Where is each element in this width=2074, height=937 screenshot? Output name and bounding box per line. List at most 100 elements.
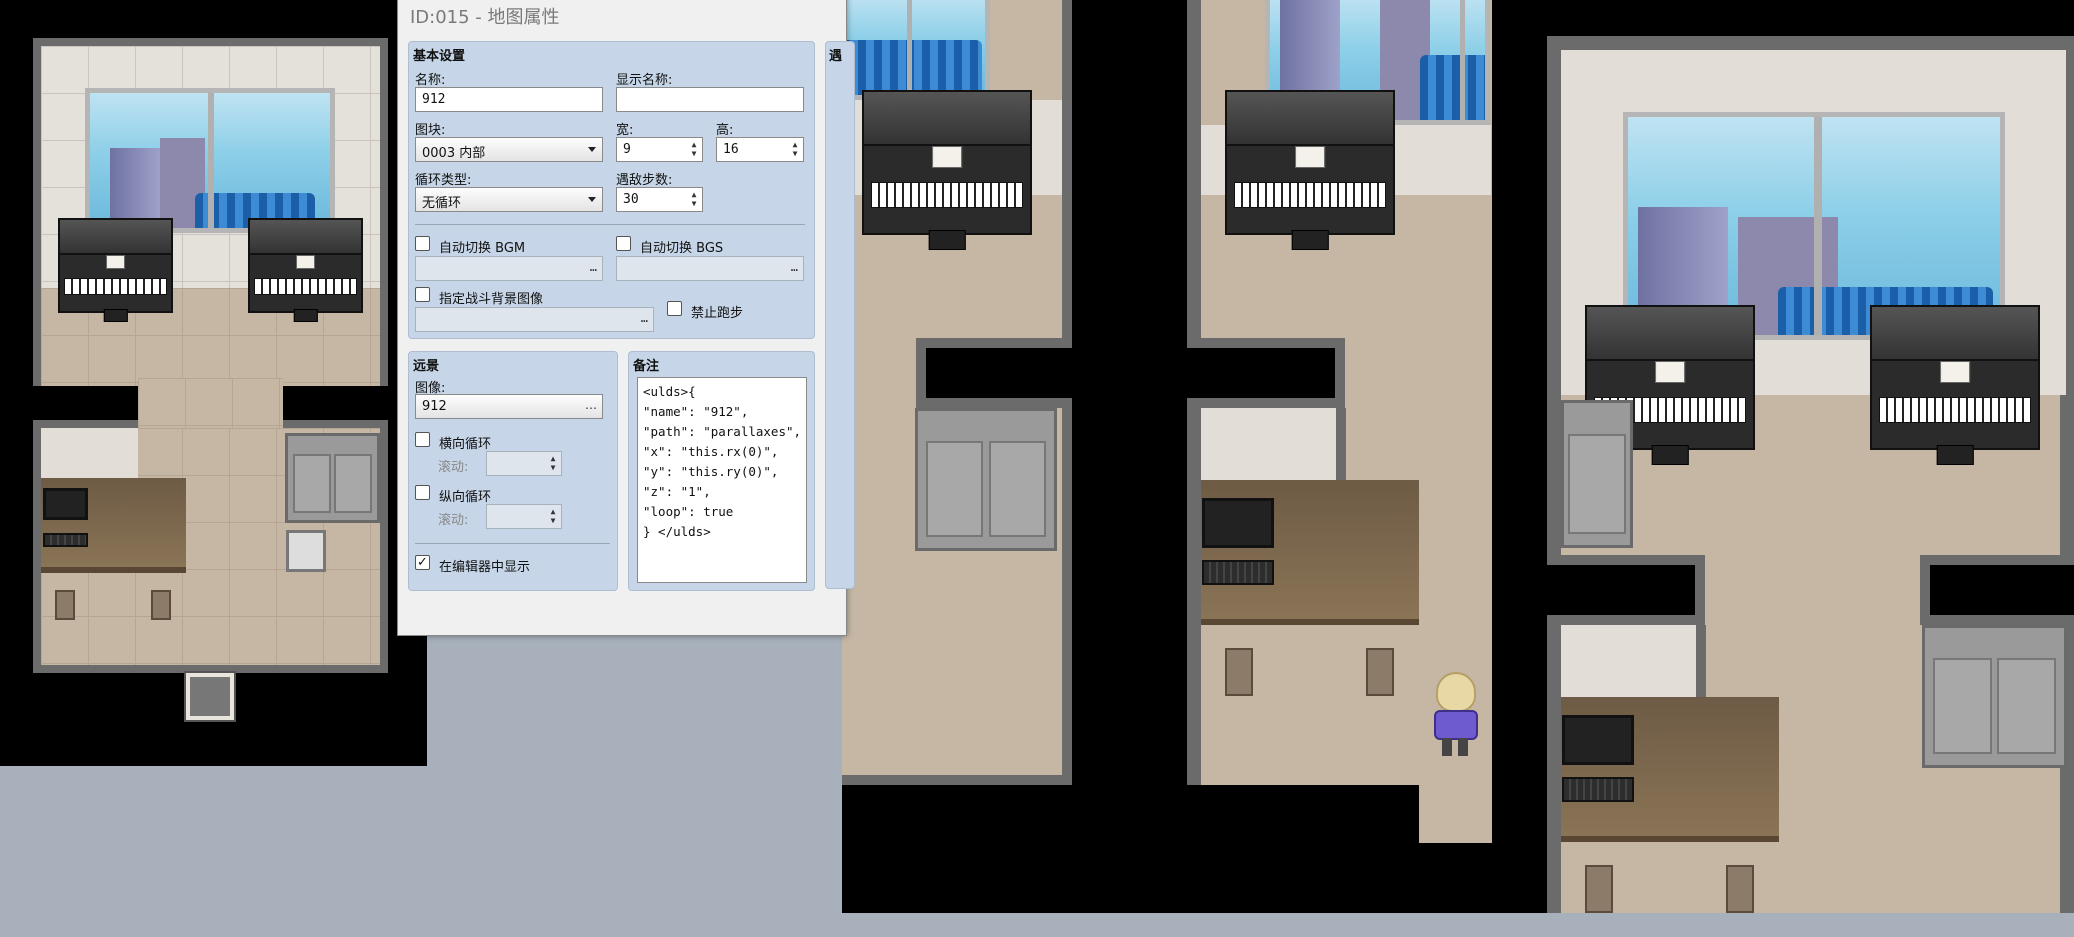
map-properties-dialog: ID:015 - 地图属性 基本设置 名称: 912 显示名称: 图块: 000… xyxy=(397,0,855,636)
chevron-down-icon xyxy=(588,147,596,152)
auto-bgs-field[interactable]: … xyxy=(616,256,804,281)
dialog-title: ID:015 - 地图属性 xyxy=(410,7,560,28)
ellipsis-icon[interactable]: … xyxy=(641,311,648,325)
battleback-field[interactable]: … xyxy=(415,307,654,332)
basic-divider xyxy=(415,224,805,225)
map-room-a-alcove xyxy=(916,338,1072,408)
map-room-c-chair-2 xyxy=(1726,865,1754,913)
auto-bgm-label: 自动切换 BGM xyxy=(439,241,526,256)
disable-dash-checkbox[interactable] xyxy=(667,301,682,316)
map-room-c-piano-2 xyxy=(1870,305,2040,465)
map-room-a-window xyxy=(842,0,990,100)
battleback-label: 指定战斗背景图像 xyxy=(439,292,544,307)
vertical-scroll-stepper[interactable]: ▲ ▼ xyxy=(486,504,562,529)
encounter-steps-value: 30 xyxy=(623,192,639,207)
vertical-loop-label: 纵向循环 xyxy=(439,490,492,505)
note-label: 备注 xyxy=(633,359,660,374)
parallax-image-field[interactable]: 912 … xyxy=(415,394,603,419)
map-room-b-monitor xyxy=(1202,498,1274,548)
height-stepper[interactable]: 16 ▲ ▼ xyxy=(716,137,804,162)
vertical-loop-checkbox[interactable] xyxy=(415,485,430,500)
parallax-image-value: 912 xyxy=(422,399,447,414)
map-room-a-cabinet xyxy=(915,408,1057,551)
map-room-b-bottom-black xyxy=(1187,785,1419,913)
spin-arrows-icon[interactable]: ▲ ▼ xyxy=(789,140,801,159)
left-map-piano-2 xyxy=(248,218,363,322)
tileset-select[interactable]: 0003 内部 xyxy=(415,137,603,162)
map-room-b-lower-wall xyxy=(1201,408,1346,480)
ellipsis-icon[interactable]: … xyxy=(585,398,597,412)
parallax-divider xyxy=(415,543,610,544)
height-label: 高: xyxy=(716,123,734,138)
horizontal-loop-checkbox[interactable] xyxy=(415,432,430,447)
basic-settings-label: 基本设置 xyxy=(413,49,466,64)
left-map-room xyxy=(33,38,388,673)
left-map-door xyxy=(184,671,236,722)
map-room-c-chair-1 xyxy=(1585,865,1613,913)
left-map-locker xyxy=(286,530,326,572)
tileset-label: 图块: xyxy=(415,123,446,138)
display-name-label: 显示名称: xyxy=(616,73,673,88)
encounter-steps-stepper[interactable]: 30 ▲ ▼ xyxy=(616,187,703,212)
auto-bgs-checkbox[interactable] xyxy=(616,236,631,251)
spin-arrows-icon[interactable]: ▲ ▼ xyxy=(688,190,700,209)
character-sprite xyxy=(1430,672,1480,757)
map-bottom-strip xyxy=(842,913,2074,937)
map-room-c-lower-wall xyxy=(1561,625,1706,697)
left-map-keyboard xyxy=(43,533,88,547)
map-room-b-chair-1 xyxy=(1225,648,1253,696)
left-map-lower-wall xyxy=(41,428,138,478)
map-room-c-keyboard xyxy=(1562,777,1634,802)
battleback-checkbox[interactable] xyxy=(415,287,430,302)
vertical-scroll-label: 滚动: xyxy=(438,513,469,528)
ellipsis-icon[interactable]: … xyxy=(590,260,597,274)
map-room-a-piano xyxy=(862,90,1032,250)
map-room-c-monitor xyxy=(1562,715,1634,765)
left-map-piano-1 xyxy=(58,218,173,322)
ellipsis-icon[interactable]: … xyxy=(791,260,798,274)
loop-type-label: 循环类型: xyxy=(415,173,472,188)
partial-panel-label: 遇 xyxy=(829,49,843,64)
chevron-down-icon xyxy=(588,197,596,202)
disable-dash-label: 禁止跑步 xyxy=(691,306,744,321)
auto-bgm-field[interactable]: … xyxy=(415,256,603,281)
spin-arrows-icon[interactable]: ▲ ▼ xyxy=(547,507,559,526)
left-map-cabinet xyxy=(285,433,380,523)
left-map-window xyxy=(85,88,335,233)
show-in-editor-label: 在编辑器中显示 xyxy=(439,560,531,575)
map-room-b-chair-2 xyxy=(1366,648,1394,696)
left-map-chair-2 xyxy=(151,590,171,620)
tileset-select-value: 0003 内部 xyxy=(422,146,486,161)
show-in-editor-checkbox[interactable]: ✓ xyxy=(415,555,430,570)
auto-bgm-checkbox[interactable] xyxy=(415,236,430,251)
spin-arrows-icon[interactable]: ▲ ▼ xyxy=(688,140,700,159)
display-name-field[interactable] xyxy=(616,87,804,112)
loop-type-select[interactable]: 无循环 xyxy=(415,187,603,212)
width-value: 9 xyxy=(623,142,631,157)
note-textarea[interactable]: <ulds>{ "name": "912", "path": "parallax… xyxy=(637,377,807,583)
width-stepper[interactable]: 9 ▲ ▼ xyxy=(616,137,703,162)
map-room-b-gap xyxy=(1187,338,1345,408)
name-field[interactable]: 912 xyxy=(415,87,603,112)
auto-bgs-label: 自动切换 BGS xyxy=(640,241,724,256)
map-room-b-corridor xyxy=(1419,480,1492,843)
left-map-chair-1 xyxy=(55,590,75,620)
parallax-label: 远景 xyxy=(413,359,440,374)
screen: ID:015 - 地图属性 基本设置 名称: 912 显示名称: 图块: 000… xyxy=(0,0,2074,937)
height-value: 16 xyxy=(723,142,739,157)
horizontal-loop-label: 横向循环 xyxy=(439,437,492,452)
spin-arrows-icon[interactable]: ▲ ▼ xyxy=(547,454,559,473)
map-room-c-cabinet-left xyxy=(1561,400,1633,548)
map-room-b-piano xyxy=(1225,90,1395,250)
loop-type-value: 无循环 xyxy=(422,196,462,211)
map-room-c-gap-left xyxy=(1547,555,1705,625)
left-map-block-left xyxy=(33,386,138,428)
horizontal-scroll-label: 滚动: xyxy=(438,460,469,475)
encounter-steps-label: 遇敌步数: xyxy=(616,173,673,188)
left-map-block-right xyxy=(283,386,388,428)
horizontal-scroll-stepper[interactable]: ▲ ▼ xyxy=(486,451,562,476)
map-room-b-keyboard xyxy=(1202,560,1274,585)
map-room-c-gap-right xyxy=(1920,555,2074,625)
partial-panel xyxy=(825,41,855,589)
name-label: 名称: xyxy=(415,73,446,88)
